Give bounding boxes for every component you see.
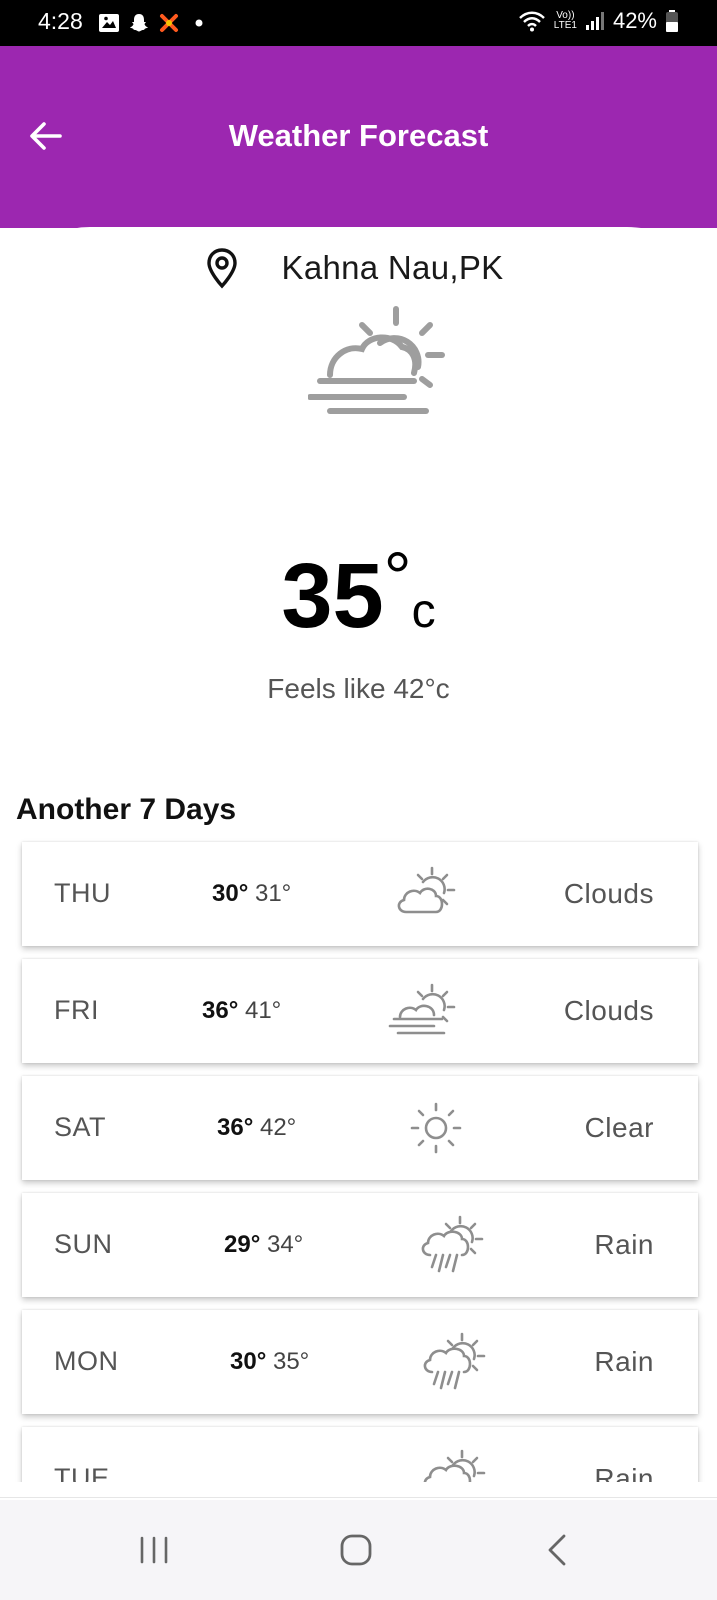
recent-apps-icon[interactable] — [134, 1532, 174, 1568]
status-right: Vo)) LTE1 42% — [518, 8, 679, 34]
forecast-temps: 36° 41° — [202, 997, 281, 1025]
weather-sheet: Kahna Nau,PK 35°c Feels like 42°c Anothe… — [0, 227, 717, 1531]
forecast-high: 29° — [224, 1231, 261, 1258]
dot-icon — [195, 19, 203, 27]
home-icon[interactable] — [336, 1532, 376, 1568]
forecast-temps: 30° 31° — [212, 880, 291, 908]
forecast-card-fri[interactable]: FRI 36° 41° Clouds — [22, 959, 698, 1063]
partly-cloudy-icon — [397, 866, 456, 914]
snapchat-icon — [130, 14, 148, 32]
forecast-card-sun[interactable]: SUN 29° 34° Rain — [22, 1193, 698, 1297]
forecast-low: 41° — [244, 997, 282, 1024]
wifi-icon — [518, 11, 545, 32]
rain-sun-icon — [423, 1332, 486, 1390]
forecast-condition: Rain — [594, 1229, 654, 1260]
forecast-condition: Rain — [594, 1346, 654, 1377]
forecast-low: 31° — [254, 880, 292, 907]
degree-symbol: ° — [383, 538, 412, 616]
sun-icon — [410, 1102, 462, 1154]
forecast-high: 36° — [217, 1114, 254, 1141]
forecast-temps: 29° 34° — [224, 1231, 303, 1259]
forecast-day: FRI — [54, 995, 99, 1025]
status-time: 4:28 — [38, 8, 83, 34]
temperature-unit: c — [411, 585, 436, 638]
battery-icon — [666, 10, 678, 32]
forecast-card-mon[interactable]: MON 30° 35° Rain — [22, 1310, 698, 1414]
forecast-day: MON — [54, 1346, 119, 1376]
forecast-condition: Clouds — [563, 995, 654, 1026]
nav-divider — [0, 1497, 717, 1498]
signal-icon — [585, 12, 604, 30]
rain-sun-icon — [421, 1215, 484, 1273]
forecast-day: SUN — [54, 1229, 113, 1259]
back-icon[interactable] — [538, 1532, 578, 1568]
forecast-high: 30° — [212, 880, 249, 907]
status-bar: 4:28 Vo)) LTE1 42% — [0, 0, 717, 46]
forecast-high: 30° — [230, 1348, 267, 1375]
temperature-value: 35 — [281, 545, 384, 647]
forecast-temps: 36° 42° — [217, 1114, 296, 1142]
cloudy-haze-icon — [388, 983, 456, 1035]
partly-cloudy-haze-icon — [308, 306, 445, 414]
forecast-low: 34° — [266, 1231, 304, 1258]
forecast-day: SAT — [54, 1112, 107, 1142]
forecast-section-title: Another 7 Days — [16, 793, 237, 826]
forecast-card-thu[interactable]: THU 30° 31° Clouds — [22, 842, 698, 946]
current-temperature: 35°c — [0, 537, 717, 649]
forecast-condition: Clouds — [563, 878, 654, 909]
system-nav-bar — [0, 1500, 717, 1600]
battery-percent: 42% — [612, 8, 657, 33]
forecast-condition: Clear — [584, 1112, 654, 1143]
location-row: Kahna Nau,PK — [0, 247, 717, 289]
feels-like-text: Feels like 42°c — [267, 673, 450, 704]
forecast-high: 36° — [202, 997, 239, 1024]
location-name: Kahna Nau,PK — [281, 249, 504, 286]
app-bar: Weather Forecast — [0, 46, 717, 228]
page-title: Weather Forecast — [228, 118, 489, 153]
network-bottom-label: LTE1 — [553, 20, 577, 31]
forecast-day: THU — [54, 878, 111, 908]
forecast-low: 42° — [259, 1114, 297, 1141]
location-pin-icon — [206, 248, 237, 289]
network-type: Vo)) LTE1 — [554, 11, 577, 31]
app-notification-icon — [160, 14, 178, 32]
forecast-card-sat[interactable]: SAT 36° 42° Clear — [22, 1076, 698, 1180]
forecast-temps: 30° 35° — [230, 1348, 309, 1376]
gallery-icon — [99, 14, 119, 32]
notification-icons — [98, 12, 210, 34]
forecast-low: 35° — [272, 1348, 310, 1375]
